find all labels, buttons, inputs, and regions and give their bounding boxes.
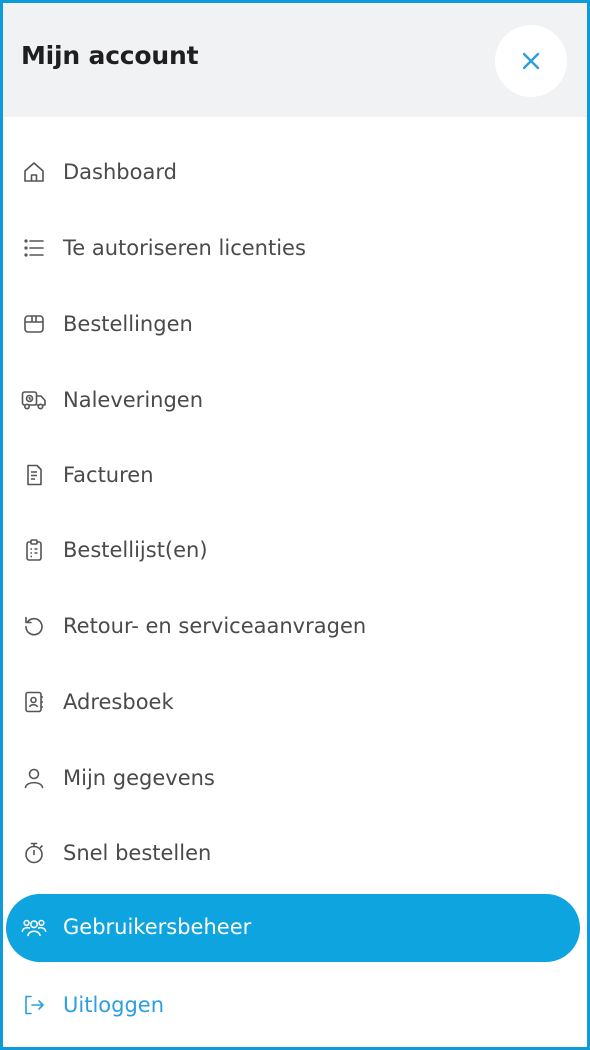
menu-item-my-details[interactable]: Mijn gegevens [3,748,587,808]
close-icon [521,51,541,71]
return-arrow-icon [21,613,47,639]
menu-item-label: Bestellijst(en) [63,538,208,562]
account-menu-panel: Mijn account Dashboard Te autoriseren li… [0,0,590,1050]
menu-item-order-lists[interactable]: Bestellijst(en) [3,520,587,580]
menu-item-dashboard[interactable]: Dashboard [3,142,587,202]
stopwatch-icon [21,840,47,866]
menu-item-label: Uitloggen [63,993,165,1017]
menu-item-label: Bestellingen [63,312,193,336]
menu-item-label: Retour- en serviceaanvragen [63,614,367,638]
menu-item-logout[interactable]: Uitloggen [3,975,587,1035]
clipboard-icon [21,537,47,563]
menu-item-orders[interactable]: Bestellingen [3,294,587,354]
menu-item-label: Adresboek [63,690,174,714]
menu-item-backorders[interactable]: Naleveringen [3,370,587,430]
menu-item-returns[interactable]: Retour- en serviceaanvragen [3,596,587,656]
menu-item-label: Dashboard [63,160,177,184]
close-button[interactable] [495,25,567,97]
logout-icon [21,992,47,1018]
home-icon [21,159,47,185]
user-icon [21,765,47,791]
address-book-icon [21,689,47,715]
menu-item-label: Mijn gegevens [63,766,215,790]
menu-item-invoices[interactable]: Facturen [3,445,587,505]
delivery-truck-icon [21,387,47,413]
users-icon [21,915,47,941]
invoice-icon [21,462,47,488]
menu-item-address-book[interactable]: Adresboek [3,672,587,732]
box-icon [21,311,47,337]
panel-header: Mijn account [3,3,587,117]
menu-item-label: Gebruikersbeheer [63,915,252,939]
panel-title: Mijn account [21,41,199,70]
menu-item-label: Te autoriseren licenties [63,236,306,260]
menu-item-label: Naleveringen [63,388,204,412]
menu-item-user-management[interactable]: Gebruikersbeheer [6,894,580,962]
menu-item-label: Snel bestellen [63,841,212,865]
menu-item-quick-order[interactable]: Snel bestellen [3,823,587,883]
list-icon [21,235,47,261]
menu-item-licenses[interactable]: Te autoriseren licenties [3,218,587,278]
menu-item-label: Facturen [63,463,154,487]
